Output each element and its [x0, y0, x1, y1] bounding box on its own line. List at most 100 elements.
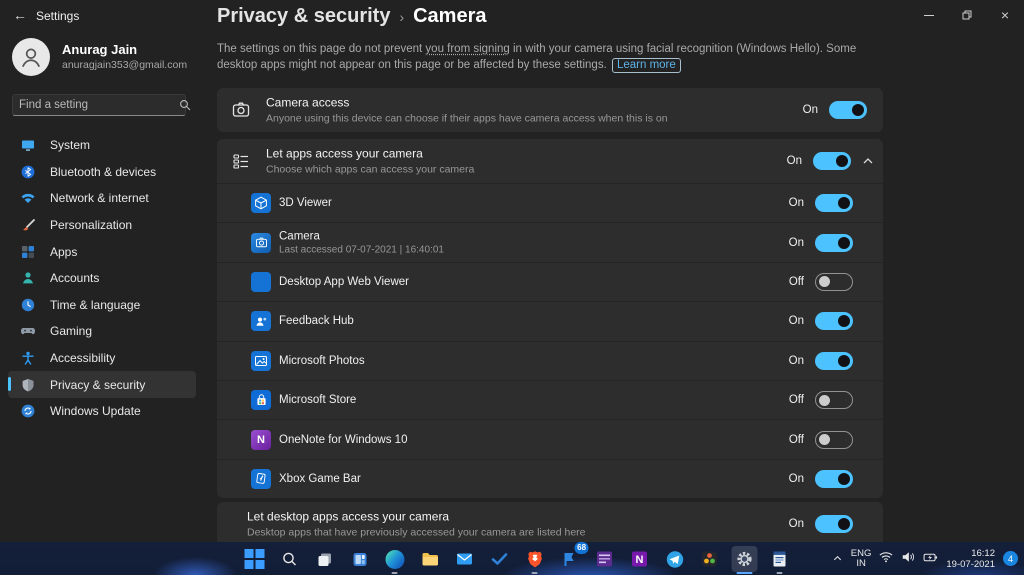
- tray-battery-icon[interactable]: [923, 550, 938, 568]
- onenote-button[interactable]: N: [627, 546, 653, 572]
- app-toggle-microsoft-photos[interactable]: [815, 352, 853, 370]
- desktop-app-web-viewer-icon: [251, 272, 271, 292]
- notifications-app-button[interactable]: 68: [557, 546, 583, 572]
- app-toggle-camera[interactable]: [815, 234, 853, 252]
- app-row-xbox-game-bar[interactable]: Xbox Game Bar On: [217, 459, 883, 498]
- sidebar-item-personalization[interactable]: Personalization: [8, 212, 196, 239]
- mail-icon: [456, 550, 474, 568]
- update-icon: [20, 403, 36, 419]
- tray-wifi-icon[interactable]: [879, 550, 893, 568]
- microsoft-photos-icon: [251, 351, 271, 371]
- let-desktop-apps-toggle[interactable]: [815, 515, 853, 533]
- app-row-camera[interactable]: CameraLast accessed 07-07-2021 | 16:40:0…: [217, 222, 883, 261]
- sidebar-item-accounts[interactable]: Accounts: [8, 265, 196, 292]
- row-subtitle: Desktop apps that have previously access…: [247, 527, 586, 539]
- search-icon: [179, 99, 191, 111]
- notification-count-badge[interactable]: 4: [1003, 551, 1018, 566]
- learn-more-link[interactable]: Learn more: [612, 58, 681, 73]
- onenote-taskbar-icon: N: [631, 550, 649, 568]
- clock[interactable]: 16:12 19-07-2021: [946, 548, 995, 570]
- taskbar-search-button[interactable]: [277, 546, 303, 572]
- app-row-microsoft-photos[interactable]: Microsoft Photos On: [217, 341, 883, 380]
- mail-button[interactable]: [452, 546, 478, 572]
- search-input[interactable]: [13, 99, 179, 111]
- app-row-microsoft-store[interactable]: Microsoft Store Off: [217, 380, 883, 419]
- brave-button[interactable]: [522, 546, 548, 572]
- search-box[interactable]: [12, 94, 186, 116]
- toggle-state-label: On: [803, 104, 818, 116]
- time-text: 16:12: [946, 548, 995, 559]
- media-app-button[interactable]: [592, 546, 618, 572]
- person-icon: [18, 44, 44, 70]
- last-accessed-text: Last accessed 07-07-2021 | 16:40:01: [279, 244, 444, 255]
- settings-taskbar-button[interactable]: [732, 546, 758, 572]
- camera-app-icon: [251, 233, 271, 253]
- sidebar-item-apps[interactable]: Apps: [8, 238, 196, 265]
- user-name: Anurag Jain: [62, 42, 137, 57]
- xbox-game-bar-icon: [251, 469, 271, 489]
- row-title: Camera access: [266, 96, 668, 110]
- start-button[interactable]: [242, 546, 268, 572]
- let-apps-toggle[interactable]: [813, 152, 851, 170]
- app-toggle-desktop-app-web-viewer[interactable]: [815, 273, 853, 291]
- app-toggle-3d-viewer[interactable]: [815, 194, 853, 212]
- davinci-resolve-button[interactable]: [697, 546, 723, 572]
- let-desktop-apps-row[interactable]: Let desktop apps access your camera Desk…: [217, 502, 883, 546]
- app-row-onenote[interactable]: N OneNote for Windows 10 Off: [217, 419, 883, 458]
- row-title: Let desktop apps access your camera: [247, 510, 586, 524]
- edge-button[interactable]: [382, 546, 408, 572]
- app-row-3d-viewer[interactable]: 3D Viewer On: [217, 183, 883, 222]
- camera-access-toggle[interactable]: [829, 101, 867, 119]
- sidebar-item-gaming[interactable]: Gaming: [8, 318, 196, 345]
- row-title: Let apps access your camera: [266, 147, 474, 161]
- chevron-up-icon[interactable]: [862, 155, 874, 167]
- tray-chevron-up-icon[interactable]: [832, 553, 843, 564]
- bluetooth-icon: [20, 164, 36, 180]
- word-document-button[interactable]: [767, 546, 793, 572]
- let-apps-row[interactable]: Let apps access your camera Choose which…: [217, 139, 883, 183]
- sidebar-item-privacy-security[interactable]: Privacy & security: [8, 371, 196, 398]
- telegram-button[interactable]: [662, 546, 688, 572]
- 3d-viewer-icon: [251, 193, 271, 213]
- onenote-icon: N: [251, 430, 271, 450]
- language-indicator[interactable]: ENG IN: [851, 549, 872, 569]
- edge-icon: [385, 550, 404, 569]
- sidebar: Anurag Jain anuragjain353@gmail.com Syst…: [0, 32, 204, 542]
- sidebar-item-time-language[interactable]: Time & language: [8, 292, 196, 319]
- sidebar-item-windows-update[interactable]: Windows Update: [8, 398, 196, 425]
- minimize-button[interactable]: [910, 0, 948, 30]
- widgets-button[interactable]: [347, 546, 373, 572]
- app-row-feedback-hub[interactable]: Feedback Hub On: [217, 301, 883, 340]
- back-button[interactable]: ←: [13, 7, 27, 23]
- brave-icon: [526, 550, 543, 568]
- app-toggle-microsoft-store[interactable]: [815, 391, 853, 409]
- tray-volume-icon[interactable]: [901, 550, 915, 568]
- app-row-desktop-app-web-viewer[interactable]: Desktop App Web Viewer Off: [217, 262, 883, 301]
- file-explorer-button[interactable]: [417, 546, 443, 572]
- avatar[interactable]: [12, 38, 50, 76]
- main-content: Privacy & security › Camera The settings…: [217, 32, 883, 542]
- task-view-button[interactable]: [312, 546, 338, 572]
- page-description: The settings on this page do not prevent…: [217, 41, 889, 73]
- sidebar-item-system[interactable]: System: [8, 132, 196, 159]
- restore-button[interactable]: [948, 0, 986, 30]
- to-do-button[interactable]: [487, 546, 513, 572]
- clock-icon: [20, 297, 36, 313]
- sidebar-nav: System Bluetooth & devices Network & int…: [0, 132, 204, 425]
- app-toggle-feedback-hub[interactable]: [815, 312, 853, 330]
- sidebar-item-network[interactable]: Network & internet: [8, 185, 196, 212]
- purple-app-icon: [596, 550, 614, 568]
- feedback-hub-icon: [251, 311, 271, 331]
- breadcrumb-parent[interactable]: Privacy & security: [217, 5, 390, 28]
- settings-window: ← Settings × Anurag Jain anuragjain353@g…: [0, 0, 1024, 575]
- app-toggle-onenote[interactable]: [815, 431, 853, 449]
- camera-access-row[interactable]: Camera access Anyone using this device c…: [217, 88, 883, 132]
- restore-icon: [962, 10, 972, 20]
- microsoft-store-icon: [251, 390, 271, 410]
- app-toggle-xbox-game-bar[interactable]: [815, 470, 853, 488]
- close-button[interactable]: ×: [986, 0, 1024, 30]
- titlebar: ← Settings ×: [0, 0, 1024, 32]
- sidebar-item-bluetooth[interactable]: Bluetooth & devices: [8, 159, 196, 186]
- let-apps-group: Let apps access your camera Choose which…: [217, 139, 883, 498]
- sidebar-item-accessibility[interactable]: Accessibility: [8, 345, 196, 372]
